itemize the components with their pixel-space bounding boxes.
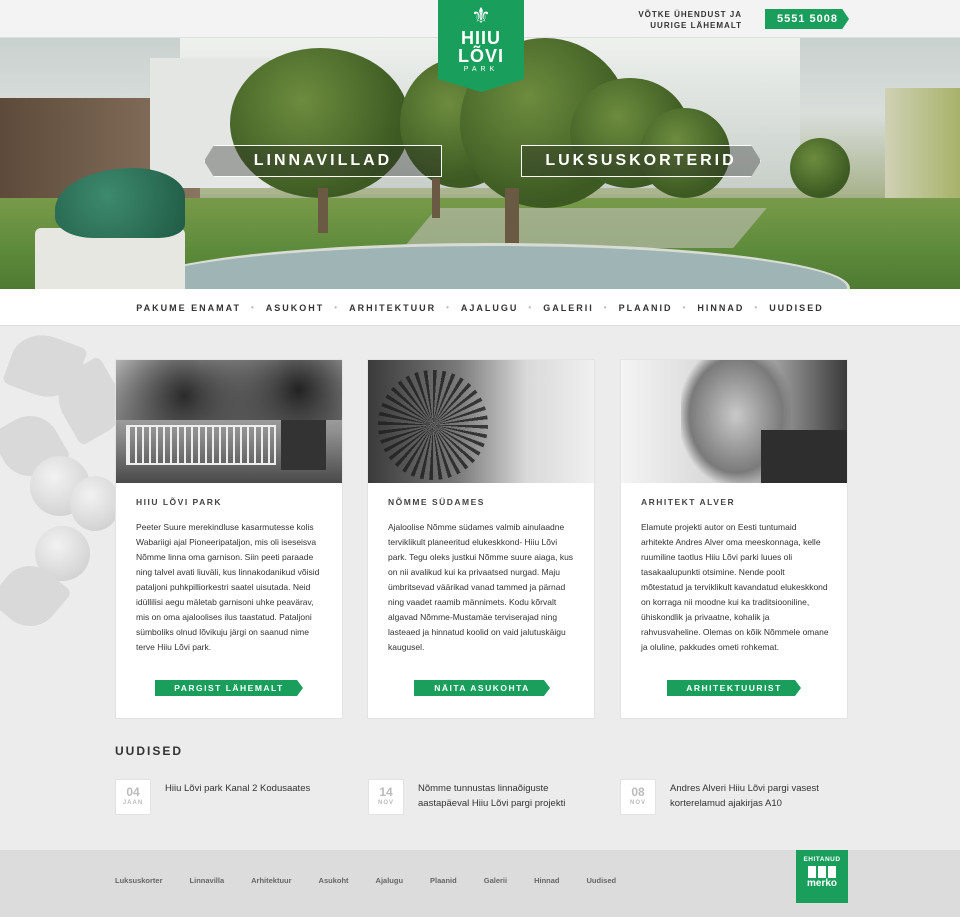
nav-separator: • [446,303,451,312]
news-link[interactable]: Hiiu Lõvi park Kanal 2 Kodusaates [165,781,345,796]
pine-photo [368,360,594,483]
nav-item-ajalugu[interactable]: AJALUGU [461,303,519,313]
news-month: NOV [377,800,394,806]
card-title: HIIU LÕVI PARK [136,497,223,507]
news-date: 04 JAAN [115,779,151,815]
badge-line-2: merko [806,878,837,889]
main-nav: PAKUME ENAMAT • ASUKOHT • ARHITEKTUUR • … [0,289,960,326]
card-text: Elamute projekti autor on Eesti tuntumai… [641,522,829,652]
nav-item-pakume-enamat[interactable]: PAKUME ENAMAT [136,303,241,313]
nav-item-galerii[interactable]: GALERII [543,303,594,313]
tree [790,138,850,198]
footer-link[interactable]: Hinnad [534,876,559,885]
news-date: 08 NOV [620,779,656,815]
logo-line-2: LÕVI [457,46,504,66]
news-day: 14 [379,785,393,799]
card-text: Peeter Suure merekindluse kasarmutesse k… [136,522,320,652]
logo-line-1: HIIU [461,28,501,48]
linnavillad-button[interactable]: LINNAVILLAD [204,145,442,177]
card-title: NÕMME SÜDAMES [388,497,485,507]
footer-link[interactable]: Galerii [484,876,507,885]
footer-link[interactable]: Uudised [587,876,617,885]
news-link[interactable]: Andres Alveri Hiiu Lõvi pargi vasest kor… [670,781,850,811]
nav-separator: • [250,303,256,312]
nav-item-plaanid[interactable]: PLAANID [619,303,673,313]
nav-separator: • [754,303,760,312]
badge-line-1: EHITANUD [803,856,841,863]
fleur-de-lis-icon: ⚜ [471,3,491,28]
nav-separator: • [603,303,609,312]
footer-link[interactable]: Luksuskorter [115,876,163,885]
footer-link[interactable]: Asukoht [319,876,349,885]
naita-asukohta-button[interactable]: NÄITA ASUKOHTA [414,680,550,696]
luksuskorterid-button[interactable]: LUKSUSKORTERID [521,145,761,177]
nav-item-asukoht[interactable]: ASUKOHT [266,303,325,313]
news-section-title: UUDISED [115,744,184,758]
nav-separator: • [682,303,688,312]
footer-link[interactable]: Plaanid [430,876,457,885]
news-date: 14 NOV [368,779,404,815]
architect-photo [621,360,847,483]
footer-link[interactable]: Ajalugu [376,876,404,885]
footer-nav: Luksuskorter Linnavilla Arhitektuur Asuk… [115,876,643,885]
gate-photo [116,360,342,483]
oak-decoration [0,325,134,639]
card-nomme-sudames: NÕMME SÜDAMES Ajaloolise Nõmme südames v… [367,359,595,719]
logo-line-3: PARK [463,66,499,73]
arhitektuurist-button[interactable]: ARHITEKTUURIST [667,680,801,696]
contact-line-1: VÕTKE ÜHENDUST JA [638,10,742,19]
card-text: Ajaloolise Nõmme südames valmib ainulaad… [388,522,574,652]
news-day: 04 [126,785,140,799]
news-month: JAAN [122,800,144,806]
merko-logo-icon [796,866,848,878]
nav-item-hinnad[interactable]: HINNAD [697,303,744,313]
card-arhitekt-alver: ARHITEKT ALVER Elamute projekti autor on… [620,359,848,719]
footer-link[interactable]: Arhitektuur [251,876,291,885]
merko-badge[interactable]: EHITANUD merko [796,850,848,903]
contact-line-2: UURIGE LÄHEMALT [650,21,742,30]
footer-link[interactable]: Linnavilla [190,876,225,885]
nav-item-uudised[interactable]: UUDISED [769,303,824,313]
news-link[interactable]: Nõmme tunnustas linnaõiguste aastapäeval… [418,781,598,811]
phone-button[interactable]: 5551 5008 [765,9,849,29]
contact-text: VÕTKE ÜHENDUST JA UURIGE LÄHEMALT [638,9,742,31]
card-hiiu-lovi-park: HIIU LÕVI PARK Peeter Suure merekindluse… [115,359,343,719]
pargist-lahemalt-button[interactable]: PARGIST LÄHEMALT [155,680,303,696]
card-title: ARHITEKT ALVER [641,497,736,507]
nav-separator: • [334,303,340,312]
news-day: 08 [631,785,645,799]
logo[interactable]: ⚜ HIIU LÕVI PARK [438,0,524,92]
nav-item-arhitektuur[interactable]: ARHITEKTUUR [349,303,436,313]
nav-separator: • [528,303,534,312]
news-month: NOV [629,800,646,806]
